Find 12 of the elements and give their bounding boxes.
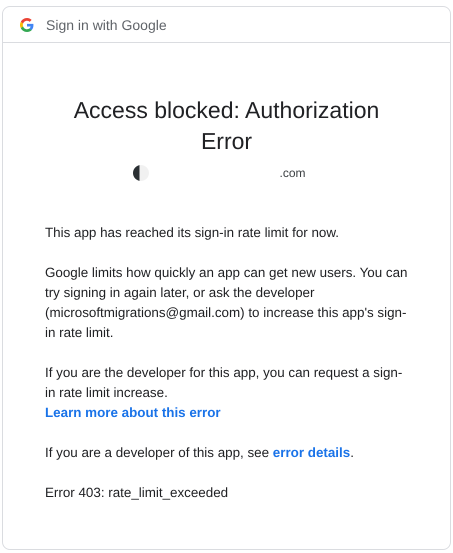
page-title: Access blocked: Authorization Error <box>72 96 380 156</box>
message-paragraph: Error 403: rate_limit_exceeded <box>44 484 230 502</box>
avatar-icon <box>133 165 150 181</box>
error-details-link[interactable]: error details <box>272 445 350 460</box>
message-paragraph: This app has reached its sign-in rate limit for now. <box>44 224 340 242</box>
google-logo-icon <box>20 18 34 32</box>
learn-more-link[interactable]: Learn more about this error <box>45 403 221 423</box>
header-title: Sign in with Google <box>46 16 167 32</box>
account-email: .com <box>279 166 306 180</box>
message-paragraph: Google limits how quickly an app can get new users. You can try signing in again later, or ask the developer (microsoftmigrations@gmail.com) to increase this app's sign-in rate limit. <box>44 264 409 342</box>
message-paragraph: If you are the developer for this app, you can request a sign-in rate limit increase. Learn more about this error <box>43 363 410 423</box>
message-paragraph: If you are a developer of this app, see error details. <box>44 444 355 462</box>
